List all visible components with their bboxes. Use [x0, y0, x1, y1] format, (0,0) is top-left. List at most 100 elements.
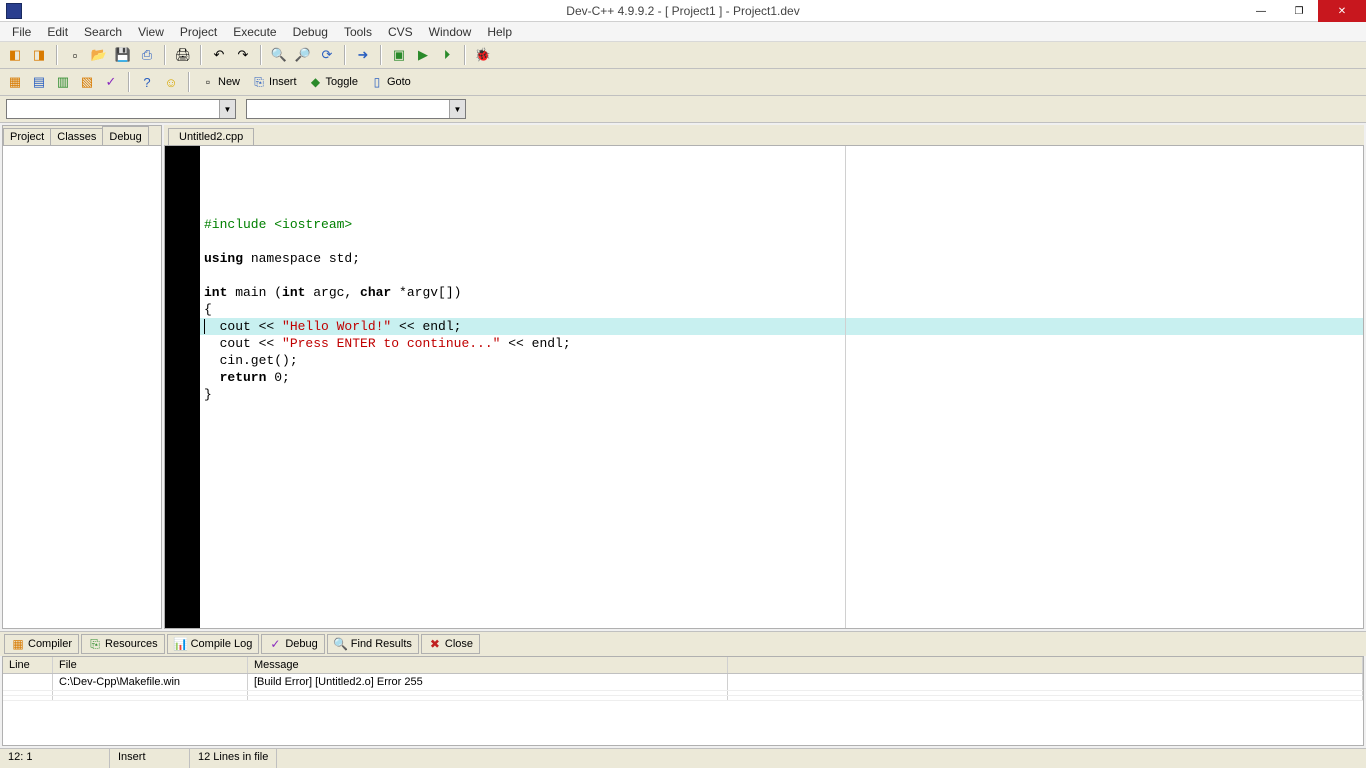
- output-header: Line File Message: [3, 657, 1363, 674]
- code-view[interactable]: #include <iostream> using namespace std;…: [200, 146, 1363, 628]
- row-line: [3, 674, 53, 690]
- list-view-icon[interactable]: ▤: [28, 71, 50, 93]
- menu-file[interactable]: File: [4, 23, 39, 41]
- window-title: Dev-C++ 4.9.9.2 - [ Project1 ] - Project…: [566, 4, 799, 18]
- about-icon[interactable]: ☺: [160, 71, 182, 93]
- menu-view[interactable]: View: [130, 23, 172, 41]
- menu-edit[interactable]: Edit: [39, 23, 76, 41]
- open-project-icon[interactable]: ◨: [28, 44, 50, 66]
- main-area: Project Classes Debug Untitled2.cpp #inc…: [0, 123, 1366, 631]
- find-again-icon[interactable]: ⟳: [316, 44, 338, 66]
- editor-tabs: Untitled2.cpp: [164, 125, 1364, 145]
- chart-icon: 📊: [174, 637, 188, 651]
- goto-label: Goto: [387, 76, 411, 88]
- titlebar: Dev-C++ 4.9.9.2 - [ Project1 ] - Project…: [0, 0, 1366, 22]
- app-icon: [6, 3, 22, 19]
- tab-close[interactable]: ✖Close: [421, 634, 480, 654]
- new-project-icon[interactable]: ◧: [4, 44, 26, 66]
- grid-view-icon[interactable]: ▦: [4, 71, 26, 93]
- output-row[interactable]: C:\Dev-Cpp\Makefile.win [Build Error] [U…: [3, 674, 1363, 691]
- menu-cvs[interactable]: CVS: [380, 23, 421, 41]
- tab-resources[interactable]: ⎘Resources: [81, 634, 165, 654]
- insert-label: Insert: [269, 76, 297, 88]
- print-icon[interactable]: 🖨: [172, 44, 194, 66]
- compiler-output-panel: Line File Message C:\Dev-Cpp\Makefile.wi…: [2, 656, 1364, 746]
- dropdown-icon: ▼: [449, 100, 465, 118]
- project-panel-tabs: Project Classes Debug: [3, 126, 161, 146]
- row-extra: [728, 674, 1363, 690]
- close-button[interactable]: ✕: [1318, 0, 1366, 22]
- editor[interactable]: #include <iostream> using namespace std;…: [164, 145, 1364, 629]
- undo-icon[interactable]: ↶: [208, 44, 230, 66]
- insert-button[interactable]: ⎘Insert: [247, 71, 302, 93]
- class-browser-row: ▼ ▼: [0, 96, 1366, 123]
- menu-help[interactable]: Help: [479, 23, 520, 41]
- goto-line-icon[interactable]: ➜: [352, 44, 374, 66]
- col-line[interactable]: Line: [3, 657, 53, 673]
- toolbar-main: ◧ ◨ ▫ 📂 💾 ⎙ 🖨 ↶ ↷ 🔍 🔎 ⟳ ➜ ▣ ▶ ⏵ 🐞: [0, 42, 1366, 69]
- new-button[interactable]: ▫New: [196, 71, 245, 93]
- window-controls: — ❐ ✕: [1242, 0, 1366, 22]
- maximize-button[interactable]: ❐: [1280, 0, 1318, 22]
- tab-compiler[interactable]: ▦Compiler: [4, 634, 79, 654]
- project-panel-body: [3, 146, 161, 628]
- output-tabs: ▦Compiler ⎘Resources 📊Compile Log ✓Debug…: [0, 631, 1366, 656]
- tab-project[interactable]: Project: [3, 128, 51, 145]
- function-combo[interactable]: ▼: [246, 99, 466, 119]
- toggle-button[interactable]: ◆Toggle: [304, 71, 363, 93]
- editor-tab-untitled2[interactable]: Untitled2.cpp: [168, 128, 254, 145]
- menubar: File Edit Search View Project Execute De…: [0, 22, 1366, 42]
- tab-classes[interactable]: Classes: [50, 128, 103, 145]
- find-icon: 🔍: [334, 637, 348, 651]
- tab-compile-log[interactable]: 📊Compile Log: [167, 634, 260, 654]
- save-all-icon[interactable]: ⎙: [136, 44, 158, 66]
- open-file-icon[interactable]: 📂: [88, 44, 110, 66]
- menu-tools[interactable]: Tools: [336, 23, 380, 41]
- compile-icon[interactable]: ▣: [388, 44, 410, 66]
- status-lines: 12 Lines in file: [190, 749, 277, 768]
- col-file[interactable]: File: [53, 657, 248, 673]
- copy-icon: ⎘: [88, 637, 102, 651]
- code-text: #include <iostream> using namespace std;…: [204, 216, 1359, 403]
- close-icon: ✖: [428, 637, 442, 651]
- menu-project[interactable]: Project: [172, 23, 225, 41]
- status-cursor-pos: 12: 1: [0, 749, 110, 768]
- find-icon[interactable]: 🔍: [268, 44, 290, 66]
- tile-view-icon[interactable]: ▥: [52, 71, 74, 93]
- statusbar: 12: 1 Insert 12 Lines in file: [0, 748, 1366, 768]
- goto-button[interactable]: ▯Goto: [365, 71, 416, 93]
- editor-gutter: [165, 146, 200, 628]
- toolbar-secondary: ▦ ▤ ▥ ▧ ✓ ? ☺ ▫New ⎘Insert ◆Toggle ▯Goto: [0, 69, 1366, 96]
- dropdown-icon: ▼: [219, 100, 235, 118]
- tab-find-results[interactable]: 🔍Find Results: [327, 634, 419, 654]
- toggle-label: Toggle: [326, 76, 358, 88]
- menu-debug[interactable]: Debug: [285, 23, 336, 41]
- tab-debug[interactable]: Debug: [102, 126, 148, 145]
- col-message[interactable]: Message: [248, 657, 728, 673]
- menu-window[interactable]: Window: [421, 23, 480, 41]
- help-icon[interactable]: ?: [136, 71, 158, 93]
- replace-icon[interactable]: 🔎: [292, 44, 314, 66]
- class-combo[interactable]: ▼: [6, 99, 236, 119]
- redo-icon[interactable]: ↷: [232, 44, 254, 66]
- minimize-button[interactable]: —: [1242, 0, 1280, 22]
- col-extra[interactable]: [728, 657, 1363, 673]
- new-file-icon[interactable]: ▫: [64, 44, 86, 66]
- editor-area: Untitled2.cpp #include <iostream> using …: [164, 125, 1364, 629]
- row-message: [Build Error] [Untitled2.o] Error 255: [248, 674, 728, 690]
- grid-icon: ▦: [11, 637, 25, 651]
- run-icon[interactable]: ▶: [412, 44, 434, 66]
- detail-view-icon[interactable]: ▧: [76, 71, 98, 93]
- menu-search[interactable]: Search: [76, 23, 130, 41]
- project-panel: Project Classes Debug: [2, 125, 162, 629]
- output-row-empty: [3, 696, 1363, 701]
- compile-run-icon[interactable]: ⏵: [436, 44, 458, 66]
- tab-debug-output[interactable]: ✓Debug: [261, 634, 324, 654]
- save-icon[interactable]: 💾: [112, 44, 134, 66]
- row-file: C:\Dev-Cpp\Makefile.win: [53, 674, 248, 690]
- debug-icon[interactable]: 🐞: [472, 44, 494, 66]
- menu-execute[interactable]: Execute: [225, 23, 284, 41]
- status-mode: Insert: [110, 749, 190, 768]
- check-icon[interactable]: ✓: [100, 71, 122, 93]
- check-icon: ✓: [268, 637, 282, 651]
